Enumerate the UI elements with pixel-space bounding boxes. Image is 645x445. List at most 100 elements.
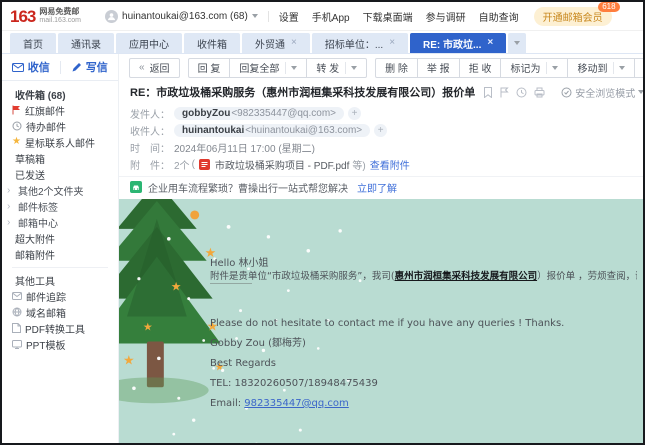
sidebar-item-large-attachments[interactable]: 超大附件 (2, 230, 118, 246)
sidebar-item-sent[interactable]: 已发送 (2, 166, 118, 182)
ad-learn-more-link[interactable]: 立即了解 (357, 180, 397, 195)
tab-contacts[interactable]: 通讯录 (58, 33, 114, 53)
netease-163-logo[interactable]: 163 网易免费邮 mail.163.com (10, 8, 81, 25)
close-icon[interactable]: × (291, 38, 297, 48)
dropdown-caret[interactable] (285, 62, 297, 74)
body-line-1: 附件是贵单位“市政垃圾桶采购服务”，我司(惠州市润桓集采科技发展有限公司）报价单… (210, 270, 637, 283)
clock-icon[interactable] (516, 87, 527, 98)
globe-icon (12, 307, 22, 317)
sidebar-item-starred-contacts[interactable]: ★ 星标联系人邮件 (2, 134, 118, 150)
close-icon[interactable]: × (389, 38, 395, 48)
sidebar-item-mail-labels[interactable]: ›邮件标签 (2, 198, 118, 214)
to-label: 收件人： (130, 123, 174, 138)
sender-pill[interactable]: gobbyZou <982335447@qq.com> (174, 107, 344, 120)
chevron-down-icon (252, 14, 258, 18)
folder-label: 草稿箱 (15, 151, 45, 166)
sidebar-item-inbox[interactable]: 收件箱 (68) (2, 86, 118, 102)
sidebar-item-drafts[interactable]: 草稿箱 (2, 150, 118, 166)
back-arrows-icon: « (139, 62, 145, 73)
folder-label: 星标联系人邮件 (25, 135, 95, 150)
signature-name: Gobby Zou (鄒梅芳) (210, 337, 637, 350)
red-flag-icon (12, 105, 21, 115)
add-contact-button[interactable]: + (348, 107, 361, 120)
reply-all-button[interactable]: 回复全部 (229, 58, 307, 78)
view-attachments-link[interactable]: 查看附件 (370, 157, 410, 172)
more-button[interactable]: 更 多 (634, 58, 645, 78)
recipient-address: <huinantoukai@163.com> (245, 125, 362, 136)
delete-button[interactable]: 删 除 (375, 58, 418, 78)
nav-settings[interactable]: 设置 (279, 9, 299, 24)
sidebar-item-pdf-converter[interactable]: PDF转换工具 (2, 320, 118, 336)
report-button[interactable]: 举 报 (417, 58, 460, 78)
folder-label: 邮箱附件 (15, 247, 55, 262)
webmail-window: 163 网易免费邮 mail.163.com huinantoukai@163.… (0, 0, 645, 445)
printer-icon[interactable] (534, 87, 545, 98)
to-row: 收件人： huinantoukai <huinantoukai@163.com>… (130, 122, 643, 139)
bookmark-icon[interactable] (483, 87, 493, 98)
sender-address: <982335447@qq.com> (231, 108, 336, 119)
body-line-2: Please do not hesitate to contact me if … (210, 317, 637, 330)
tab-home[interactable]: 首页 (10, 33, 56, 53)
tab-open-mail[interactable]: RE: 市政垃...× (410, 33, 506, 53)
sidebar-item-flagged[interactable]: 红旗邮件 (2, 102, 118, 118)
tab-inbox[interactable]: 收件箱 (184, 33, 240, 53)
forward-button[interactable]: 转 发 (306, 58, 367, 78)
signature-tel: TEL: 18320260507/18948475439 (210, 377, 637, 390)
time-label: 时 间： (130, 140, 174, 155)
safe-browsing-mode[interactable]: 安全浏览模式 (561, 85, 644, 100)
sidebar-item-todo[interactable]: 待办邮件 (2, 118, 118, 134)
attachment-filename[interactable]: 市政垃圾桶采购项目 - PDF.pdf (215, 157, 349, 172)
recipient-pill[interactable]: huinantoukai <huinantoukai@163.com> (174, 124, 370, 137)
nav-mobile-app[interactable]: 手机App (312, 9, 350, 24)
folder-label: 已发送 (15, 167, 45, 182)
nav-survey[interactable]: 参与调研 (426, 9, 466, 24)
sidebar-tools-title: 其他工具 (2, 272, 118, 288)
sidebar-item-other-folders[interactable]: ›其他2个文件夹 (2, 182, 118, 198)
tab-label: 应用中心 (129, 36, 169, 51)
sidebar-item-mailbox-attachments[interactable]: 邮箱附件 (2, 246, 118, 262)
dropdown-caret[interactable] (546, 62, 558, 74)
sidebar-item-mail-center[interactable]: ›邮箱中心 (2, 214, 118, 230)
tab-foreign-trade[interactable]: 外贸通× (242, 33, 310, 53)
compose-mail-button[interactable]: 写信 (61, 58, 119, 76)
time-row: 时 间： 2024年06月11日 17:00 (星期二) (130, 139, 643, 156)
tab-app-center[interactable]: 应用中心 (116, 33, 182, 53)
sidebar-item-domain-mail[interactable]: 域名邮箱 (2, 304, 118, 320)
back-button[interactable]: « 返回 (129, 58, 180, 78)
recipient-name: huinantoukai (182, 125, 244, 136)
logo-title: 网易免费邮 (39, 8, 81, 16)
presentation-icon (12, 340, 22, 349)
folder-label: 邮件追踪 (26, 289, 66, 304)
document-icon (12, 323, 21, 333)
close-icon[interactable]: × (487, 38, 493, 48)
pdf-file-icon (199, 159, 210, 170)
dropdown-caret[interactable] (613, 62, 625, 74)
mark-as-button[interactable]: 标记为 (500, 58, 568, 78)
reject-button[interactable]: 拒 收 (459, 58, 502, 78)
folder-label: 邮箱中心 (18, 215, 58, 230)
chevron-down-icon (351, 66, 357, 70)
folder-label: PPT模板 (26, 337, 65, 352)
add-contact-button[interactable]: + (374, 124, 387, 137)
top-header: 163 网易免费邮 mail.163.com huinantoukai@163.… (2, 2, 643, 31)
reply-button[interactable]: 回 复 (188, 58, 231, 78)
account-menu[interactable]: huinantoukai@163.com (68) (105, 10, 258, 23)
vip-upgrade-button[interactable]: 开通邮箱会员 618 (534, 7, 612, 26)
dropdown-caret[interactable] (345, 62, 357, 74)
chevron-right-icon: › (7, 201, 14, 212)
tab-overflow-button[interactable] (508, 33, 526, 53)
safe-mode-label: 安全浏览模式 (575, 85, 635, 100)
move-to-button[interactable]: 移动到 (567, 58, 635, 78)
sidebar: 收信 写信 收件箱 (68) 红旗邮件 待办邮件 ★ 星标联系人 (2, 54, 119, 443)
receive-mail-button[interactable]: 收信 (2, 58, 60, 76)
flag-icon[interactable] (500, 87, 509, 98)
email-link[interactable]: 982335447@qq.com (244, 398, 349, 409)
tab-bid-unit[interactable]: 招标单位：... × (312, 33, 408, 53)
sidebar-item-ppt-templates[interactable]: PPT模板 (2, 336, 118, 352)
nav-desktop-client[interactable]: 下载桌面端 (363, 9, 413, 24)
nav-self-service[interactable]: 自助查询 (479, 9, 519, 24)
caocao-mobility-icon (130, 181, 142, 193)
sidebar-item-mail-tracking[interactable]: 邮件追踪 (2, 288, 118, 304)
tab-label: 招标单位：... (325, 36, 383, 51)
greeting: Hello 林小姐 (210, 257, 637, 270)
